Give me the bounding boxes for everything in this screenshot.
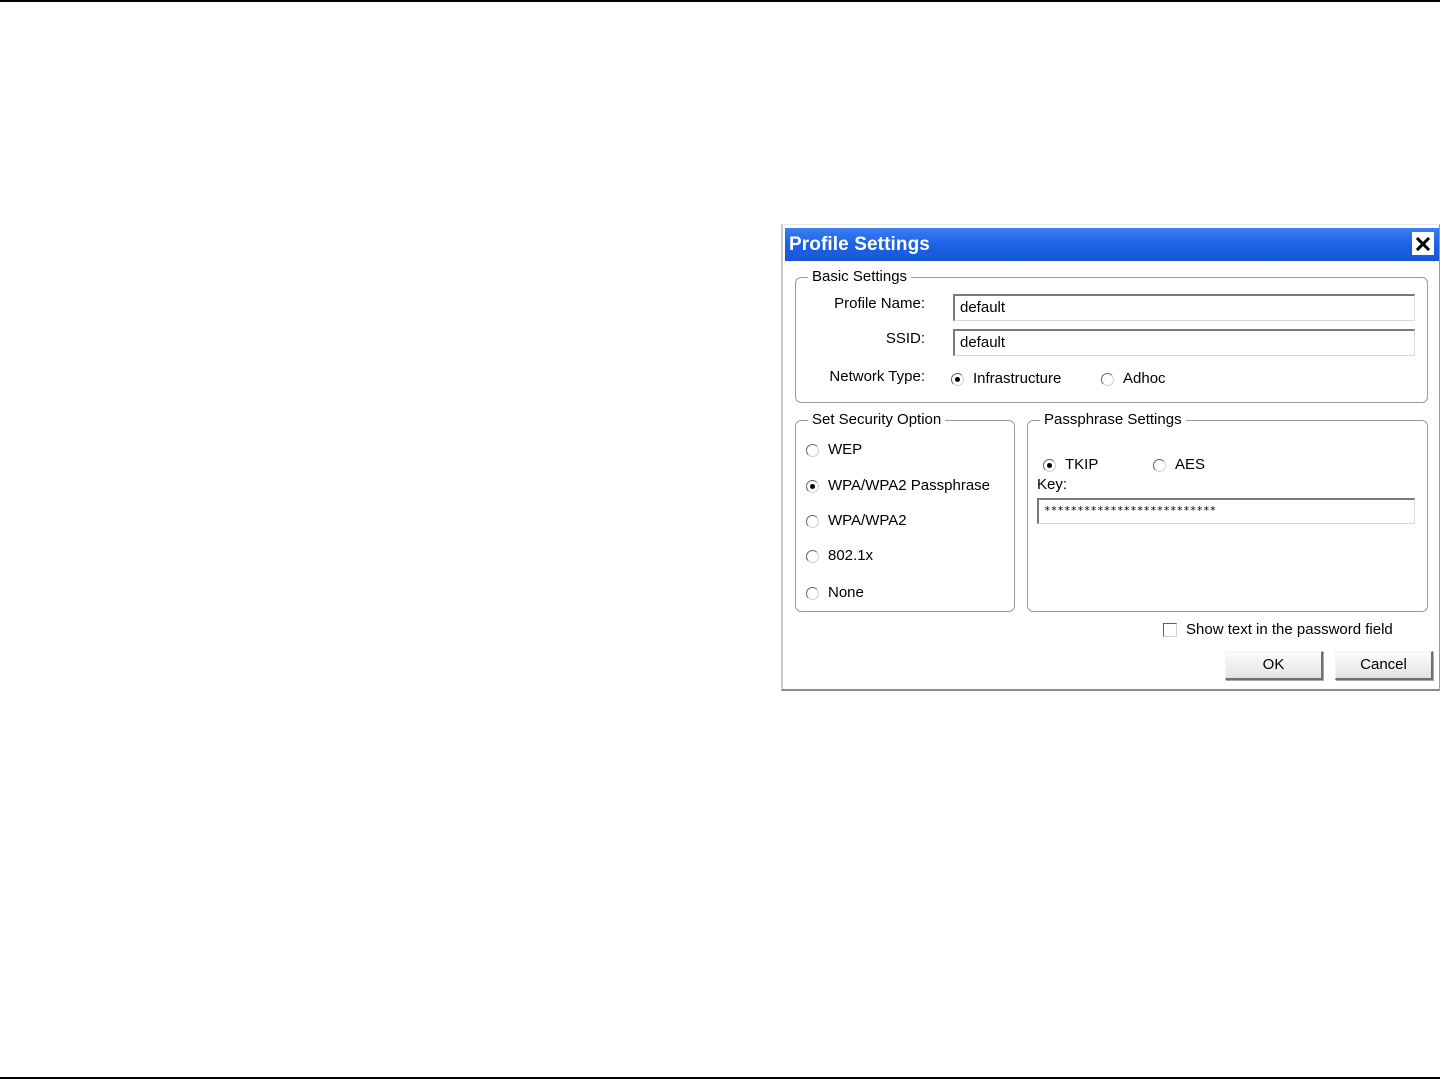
window-title: Profile Settings [789, 234, 930, 255]
radio-button[interactable] [1153, 458, 1166, 472]
radio-button[interactable] [1101, 372, 1114, 386]
security-wpa-passphrase-radio[interactable]: WPA/WPA2 Passphrase [806, 476, 990, 496]
network-type-infrastructure-radio[interactable]: Infrastructure [951, 369, 1061, 389]
ssid-label: SSID: [885, 330, 925, 347]
cipher-tkip-radio[interactable]: TKIP [1043, 455, 1098, 475]
basic-settings-legend: Basic Settings [808, 268, 912, 286]
radio-label: WEP [828, 441, 863, 458]
ssid-input[interactable]: default [953, 329, 1415, 356]
show-text-checkbox[interactable] [1163, 623, 1177, 637]
profile-name-label: Profile Name: [834, 295, 925, 312]
title-bar[interactable]: Profile Settings [785, 228, 1439, 261]
show-text-checkbox-row[interactable]: Show text in the password field [1163, 620, 1393, 640]
cancel-button[interactable]: Cancel [1335, 651, 1433, 680]
radio-button[interactable] [1043, 458, 1056, 472]
ok-button[interactable]: OK [1225, 651, 1323, 680]
close-button[interactable] [1412, 232, 1434, 255]
radio-label: None [828, 584, 864, 601]
radio-label: WPA/WPA2 Passphrase [828, 477, 990, 494]
radio-button[interactable] [806, 479, 819, 493]
security-8021x-radio[interactable]: 802.1x [806, 546, 873, 566]
passphrase-settings-legend: Passphrase Settings [1040, 411, 1186, 429]
cipher-aes-radio[interactable]: AES [1153, 455, 1205, 475]
network-type-adhoc-radio[interactable]: Adhoc [1101, 369, 1166, 389]
profile-name-input[interactable]: default [953, 294, 1415, 321]
top-rule [0, 0, 1440, 2]
radio-label: Adhoc [1123, 370, 1166, 387]
radio-button[interactable] [951, 372, 964, 386]
radio-label: Infrastructure [973, 370, 1062, 387]
radio-label: TKIP [1065, 456, 1099, 473]
security-option-legend: Set Security Option [808, 411, 946, 429]
radio-label: AES [1175, 456, 1206, 473]
network-type-label: Network Type: [829, 368, 925, 385]
show-text-label: Show text in the password field [1186, 621, 1393, 638]
radio-button[interactable] [806, 586, 819, 600]
security-wep-radio[interactable]: WEP [806, 440, 862, 460]
key-input[interactable]: ************************** [1037, 498, 1415, 524]
radio-button[interactable] [806, 549, 819, 563]
security-none-radio[interactable]: None [806, 583, 864, 603]
bottom-rule [0, 1077, 1440, 1079]
close-icon [1416, 236, 1430, 251]
radio-button[interactable] [806, 514, 819, 528]
radio-label: 802.1x [828, 547, 874, 564]
key-label: Key: [1037, 476, 1068, 493]
security-wpa-radio[interactable]: WPA/WPA2 [806, 511, 907, 531]
radio-label: WPA/WPA2 [828, 512, 907, 529]
profile-settings-dialog: Profile Settings Basic Settings Profile … [781, 224, 1440, 691]
radio-button[interactable] [806, 443, 819, 457]
